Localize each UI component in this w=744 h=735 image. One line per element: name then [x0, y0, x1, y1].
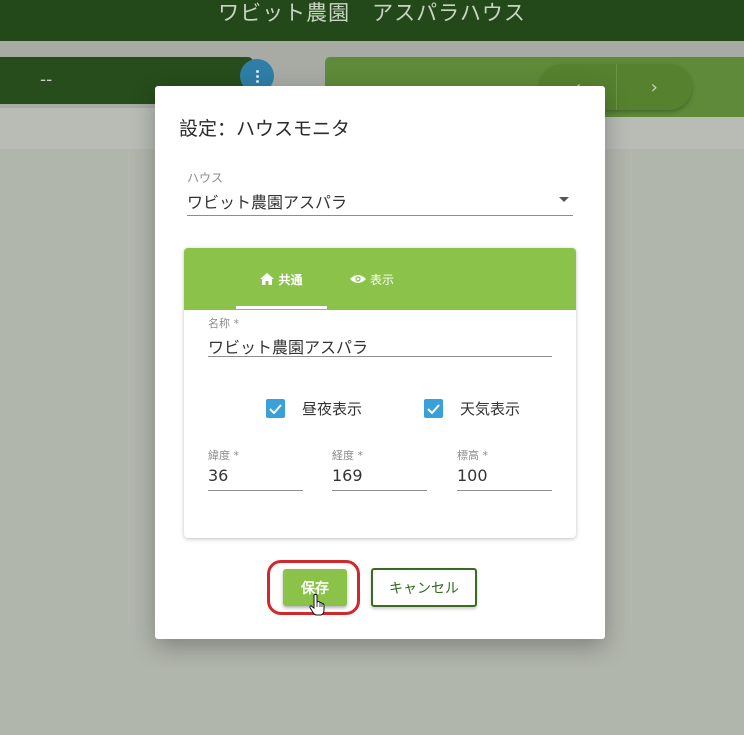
- checkbox-checked-icon: [424, 399, 443, 418]
- home-icon: [260, 273, 275, 285]
- chevron-right-icon: ›: [650, 76, 658, 98]
- longitude-field: 経度 * 169: [332, 447, 427, 491]
- name-input[interactable]: ワビット農園アスパラ: [208, 331, 552, 357]
- altitude-label: 標高 *: [457, 449, 488, 462]
- checkbox-checked-icon: [266, 399, 285, 418]
- hand-cursor-icon: [309, 594, 325, 616]
- dropdown-arrow-icon: [559, 197, 569, 202]
- daynight-checkbox-label: 昼夜表示: [302, 400, 363, 418]
- active-tab-indicator: [236, 306, 327, 309]
- next-button[interactable]: ›: [615, 64, 693, 110]
- house-select-label: ハウス: [187, 171, 224, 185]
- name-field: 名称 * ワビット農園アスパラ: [208, 315, 552, 357]
- name-field-label: 名称 *: [208, 317, 239, 330]
- house-select[interactable]: ワビット農園アスパラ: [187, 186, 573, 216]
- latitude-label: 緯度 *: [208, 449, 239, 462]
- tab-bar: 共通 表示: [184, 248, 576, 310]
- daynight-checkbox[interactable]: 昼夜表示: [266, 398, 362, 419]
- altitude-field: 標高 * 100: [457, 447, 552, 491]
- latitude-field: 緯度 * 36: [208, 447, 303, 491]
- status-value: --: [40, 70, 53, 90]
- app-header: ワビット農園 アスパラハウス: [0, 0, 744, 41]
- longitude-label: 経度 *: [332, 449, 363, 462]
- app-title: ワビット農園 アスパラハウス: [218, 1, 526, 25]
- eye-icon: [349, 275, 366, 283]
- tab-display[interactable]: 表示: [334, 248, 410, 310]
- altitude-input[interactable]: 100: [457, 463, 552, 491]
- settings-dialog: 設定：ハウスモニタ ハウス ワビット農園アスパラ 共通 表示 名称 * ワビット…: [155, 86, 605, 639]
- longitude-input[interactable]: 169: [332, 463, 427, 491]
- settings-tab-card: 共通 表示 名称 * ワビット農園アスパラ 昼夜表示 天気表示 緯度 * 36 …: [184, 248, 576, 538]
- weather-checkbox[interactable]: 天気表示: [424, 398, 520, 419]
- weather-checkbox-label: 天気表示: [460, 400, 521, 418]
- cancel-button[interactable]: キャンセル: [371, 568, 477, 607]
- more-vert-icon: [255, 69, 259, 83]
- dialog-title: 設定：ハウスモニタ: [179, 118, 351, 140]
- latitude-input[interactable]: 36: [208, 463, 303, 491]
- tab-common[interactable]: 共通: [236, 248, 327, 310]
- tab-display-label: 表示: [369, 272, 394, 287]
- tab-common-label: 共通: [278, 272, 303, 287]
- house-select-value: ワビット農園アスパラ: [187, 193, 348, 212]
